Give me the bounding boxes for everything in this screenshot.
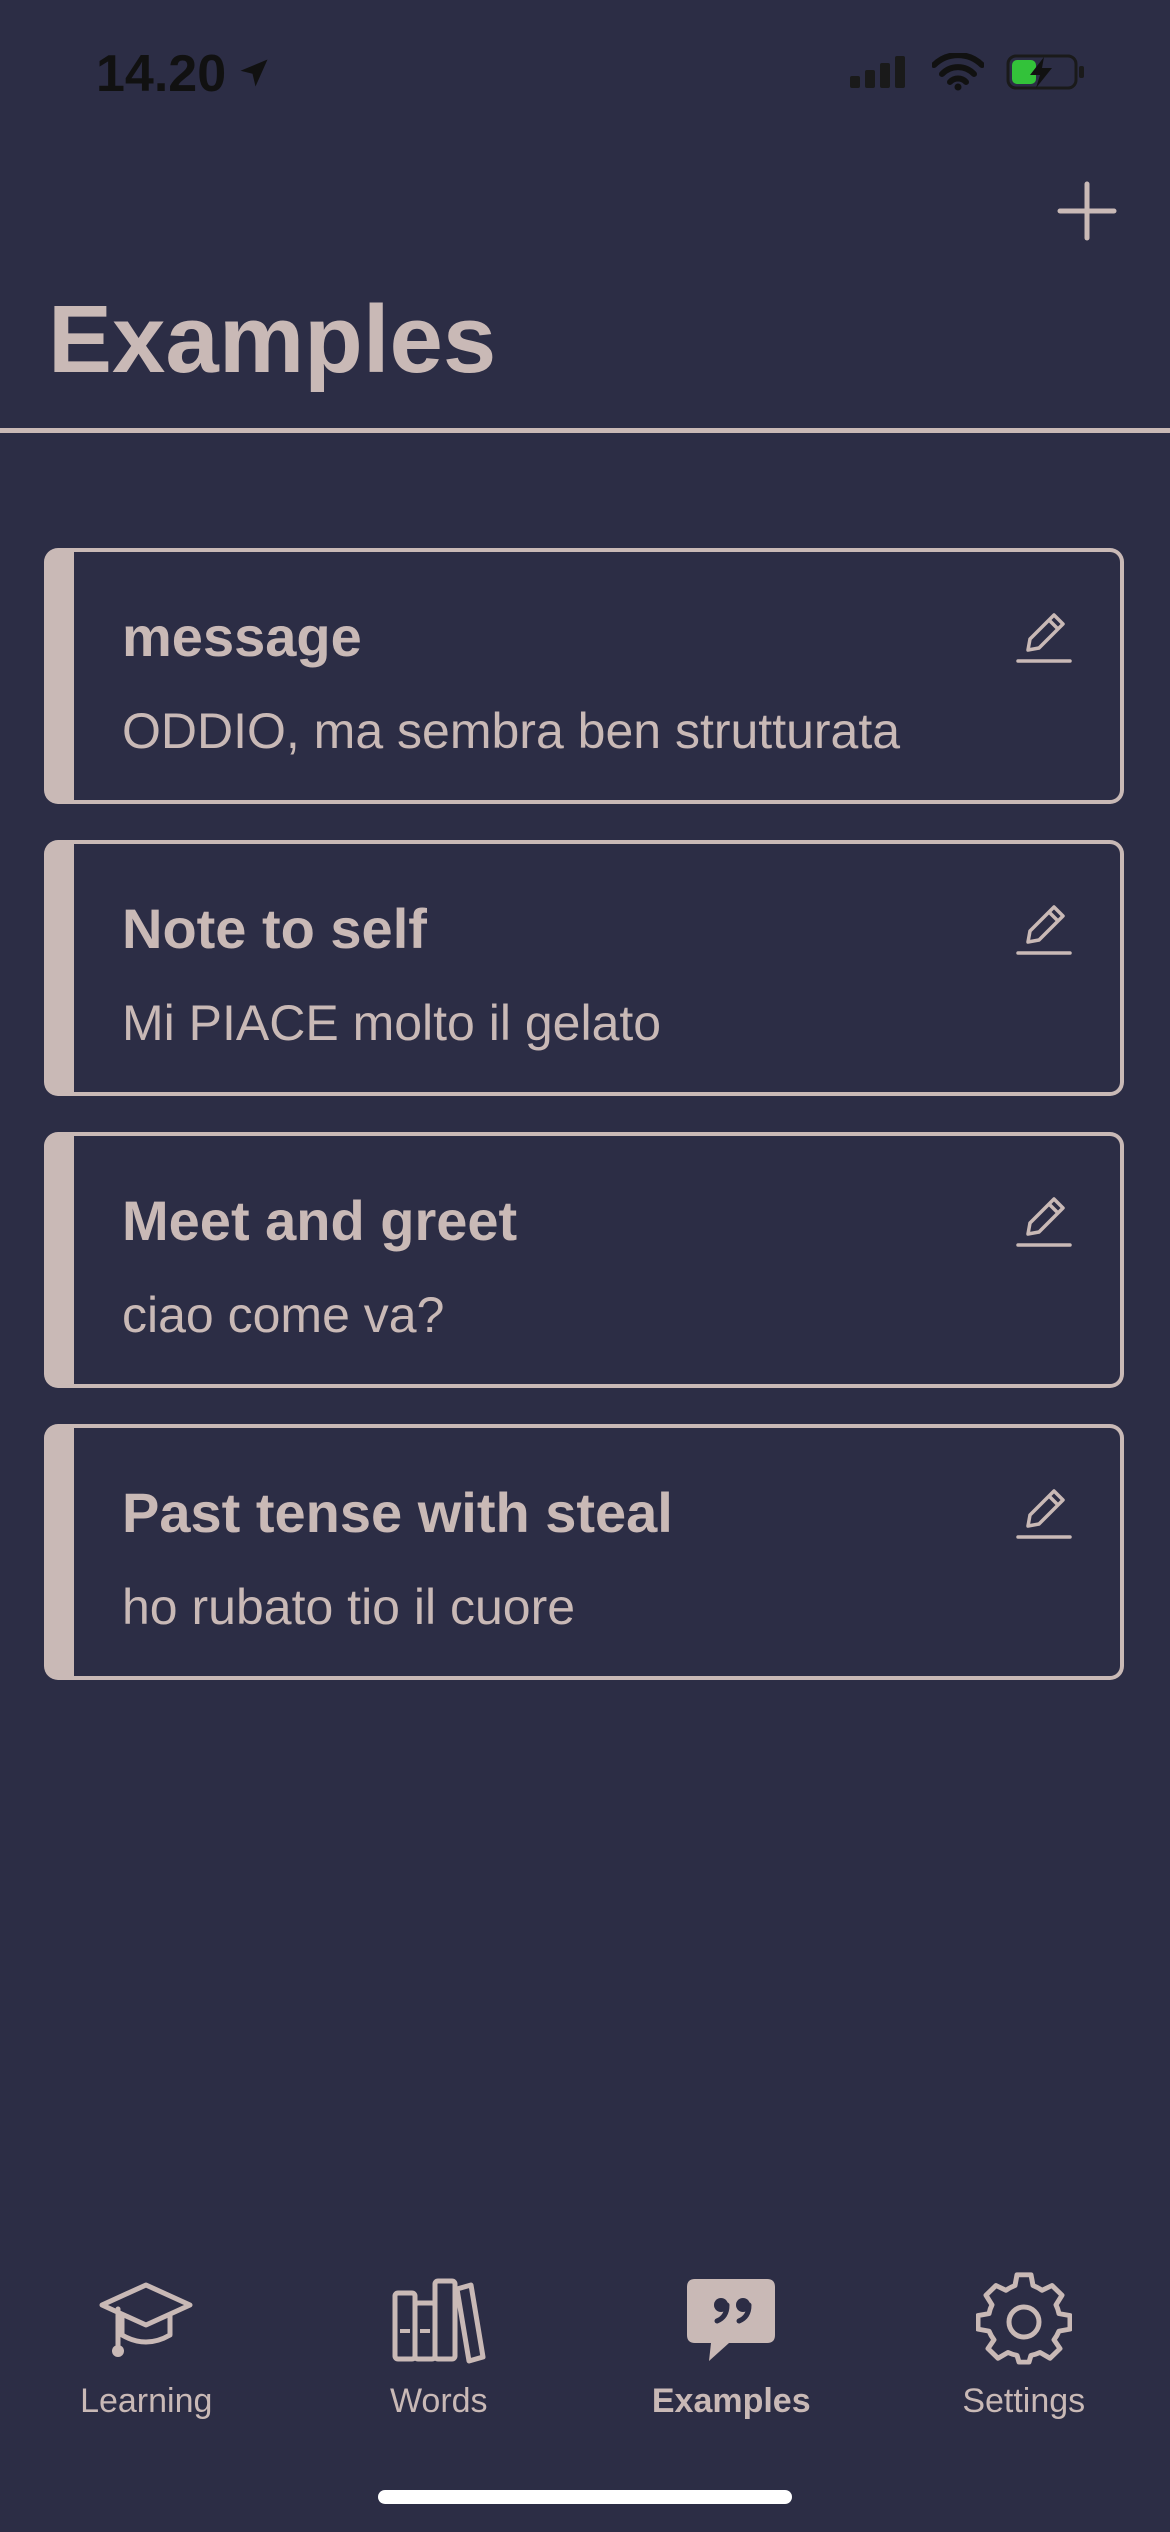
- tab-words[interactable]: Words: [293, 2270, 586, 2450]
- graduation-cap-icon: [96, 2270, 196, 2370]
- plus-icon: [1057, 181, 1117, 241]
- tab-learning[interactable]: Learning: [0, 2270, 293, 2450]
- battery-charging-icon: [1006, 52, 1086, 97]
- pencil-icon: [1016, 905, 1072, 955]
- edit-button[interactable]: [1014, 1190, 1074, 1250]
- example-card[interactable]: Meet and greet ciao come va?: [44, 1132, 1124, 1388]
- example-text: Mi PIACE molto il gelato: [122, 995, 662, 1051]
- example-text: ODDIO, ma sembra ben strutturata: [122, 703, 901, 759]
- cellular-signal-icon: [848, 54, 910, 95]
- example-title: Note to self: [122, 897, 427, 960]
- example-text: ciao come va?: [122, 1287, 445, 1343]
- tab-bar: Learning Words Examples Settings: [0, 2270, 1170, 2450]
- pencil-icon: [1016, 1489, 1072, 1539]
- pencil-icon: [1016, 613, 1072, 663]
- status-indicators: [848, 52, 1086, 97]
- gear-icon: [974, 2270, 1074, 2370]
- home-indicator[interactable]: [378, 2490, 792, 2504]
- status-time: 14.20: [96, 44, 272, 104]
- tab-settings[interactable]: Settings: [878, 2270, 1170, 2450]
- add-example-button[interactable]: [1054, 178, 1120, 244]
- tab-label: Learning: [80, 2382, 213, 2420]
- tab-examples[interactable]: Examples: [585, 2270, 878, 2450]
- example-title: Past tense with steal: [122, 1481, 673, 1544]
- example-title: message: [122, 605, 362, 668]
- pencil-icon: [1016, 1197, 1072, 1247]
- example-text: ho rubato tio il cuore: [122, 1579, 576, 1635]
- example-title: Meet and greet: [122, 1189, 518, 1252]
- example-card[interactable]: Note to self Mi PIACE molto il gelato: [44, 840, 1124, 1096]
- wifi-icon: [931, 52, 985, 96]
- page-title: Examples: [48, 286, 497, 393]
- examples-list: message ODDIO, ma sembra ben strutturata…: [44, 548, 1124, 1716]
- quote-bubble-icon: [681, 2270, 781, 2370]
- status-bar: 14.20: [0, 0, 1170, 150]
- example-card[interactable]: Past tense with steal ho rubato tio il c…: [44, 1424, 1124, 1680]
- title-divider: [0, 428, 1170, 433]
- edit-button[interactable]: [1014, 1482, 1074, 1542]
- edit-button[interactable]: [1014, 898, 1074, 958]
- location-arrow-icon: [236, 44, 272, 104]
- tab-label: Settings: [962, 2382, 1086, 2420]
- books-icon: [389, 2270, 489, 2370]
- tab-label: Words: [389, 2382, 488, 2420]
- status-time-text: 14.20: [96, 45, 227, 103]
- edit-button[interactable]: [1014, 606, 1074, 666]
- tab-label: Examples: [651, 2382, 811, 2420]
- example-card[interactable]: message ODDIO, ma sembra ben strutturata: [44, 548, 1124, 804]
